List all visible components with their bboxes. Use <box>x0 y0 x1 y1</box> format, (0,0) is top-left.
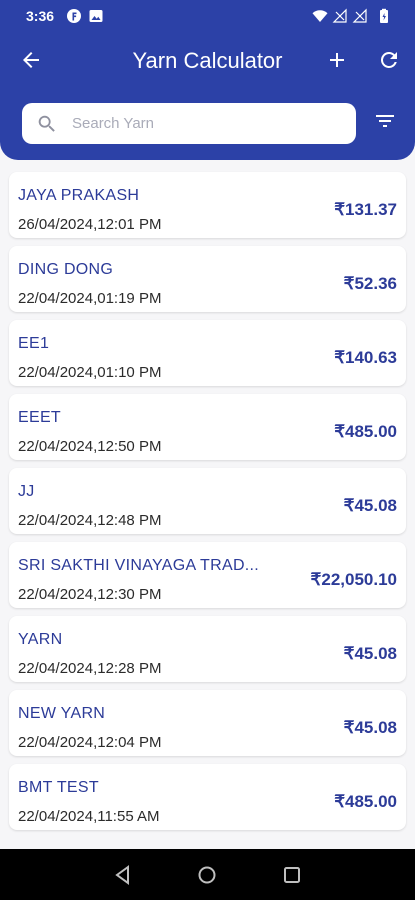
home-circle-icon[interactable] <box>195 863 219 887</box>
list-item[interactable]: EEET 22/04/2024,12:50 PM ₹485.00 <box>9 394 406 460</box>
signal-icon <box>352 8 368 24</box>
wifi-icon <box>312 8 328 24</box>
app-header: 3:36 Yarn Calculator <box>0 0 415 160</box>
item-amount: ₹45.08 <box>343 496 397 515</box>
item-amount: ₹485.00 <box>334 792 397 811</box>
item-amount: ₹45.08 <box>343 718 397 737</box>
item-name: YARN <box>18 631 63 648</box>
item-date: 22/04/2024,12:28 PM <box>18 660 162 677</box>
item-name: NEW YARN <box>18 705 106 722</box>
arrow-left-icon <box>19 48 43 77</box>
list-item[interactable]: DING DONG 22/04/2024,01:19 PM ₹52.36 <box>9 246 406 312</box>
back-button[interactable] <box>13 44 49 80</box>
f-app-icon <box>66 8 82 24</box>
item-name: SRI SAKTHI VINAYAGA TRAD... <box>18 557 260 574</box>
list-item[interactable]: YARN 22/04/2024,12:28 PM ₹45.08 <box>9 616 406 682</box>
item-date: 22/04/2024,12:48 PM <box>18 512 162 529</box>
status-time: 3:36 <box>26 8 55 24</box>
recents-square-icon[interactable] <box>280 863 304 887</box>
item-amount: ₹131.37 <box>334 200 397 219</box>
image-icon <box>88 8 104 24</box>
item-date: 22/04/2024,01:10 PM <box>18 364 162 381</box>
add-button[interactable] <box>319 44 355 80</box>
item-amount: ₹140.63 <box>334 348 397 367</box>
item-name: EE1 <box>18 335 50 352</box>
signal-icon <box>332 8 348 24</box>
refresh-icon <box>377 48 401 77</box>
item-name: DING DONG <box>18 261 114 278</box>
list-item[interactable]: EE1 22/04/2024,01:10 PM ₹140.63 <box>9 320 406 386</box>
search-icon <box>36 113 58 140</box>
item-name: JAYA PRAKASH <box>18 187 140 204</box>
back-triangle-icon[interactable] <box>111 863 135 887</box>
plus-icon <box>325 48 349 77</box>
refresh-button[interactable] <box>371 44 407 80</box>
item-date: 22/04/2024,12:04 PM <box>18 734 162 751</box>
item-amount: ₹22,050.10 <box>310 570 397 589</box>
system-nav-bar <box>0 849 415 900</box>
page-title: Yarn Calculator <box>132 48 283 73</box>
item-date: 22/04/2024,12:30 PM <box>18 586 162 603</box>
list-item[interactable]: JAYA PRAKASH 26/04/2024,12:01 PM ₹131.37 <box>9 172 406 238</box>
item-amount: ₹45.08 <box>343 644 397 663</box>
app-bar: Yarn Calculator <box>0 36 415 88</box>
item-name: JJ <box>18 483 35 500</box>
list-item[interactable]: SRI SAKTHI VINAYAGA TRAD... 22/04/2024,1… <box>9 542 406 608</box>
item-name: EEET <box>18 409 61 426</box>
search-input[interactable] <box>72 109 342 137</box>
list-item[interactable]: BMT TEST 22/04/2024,11:55 AM ₹485.00 <box>9 764 406 830</box>
search-box[interactable] <box>22 103 356 144</box>
battery-icon <box>376 8 392 24</box>
item-date: 22/04/2024,11:55 AM <box>18 808 160 825</box>
item-amount: ₹485.00 <box>334 422 397 441</box>
list-item[interactable]: NEW YARN 22/04/2024,12:04 PM ₹45.08 <box>9 690 406 756</box>
item-date: 22/04/2024,01:19 PM <box>18 290 162 307</box>
status-bar: 3:36 <box>0 0 415 32</box>
item-date: 22/04/2024,12:50 PM <box>18 438 162 455</box>
item-date: 26/04/2024,12:01 PM <box>18 216 162 233</box>
item-amount: ₹52.36 <box>343 274 397 293</box>
filter-button[interactable] <box>367 105 403 141</box>
item-name: BMT TEST <box>18 779 99 796</box>
list-item[interactable]: JJ 22/04/2024,12:48 PM ₹45.08 <box>9 468 406 534</box>
filter-icon <box>373 109 397 138</box>
